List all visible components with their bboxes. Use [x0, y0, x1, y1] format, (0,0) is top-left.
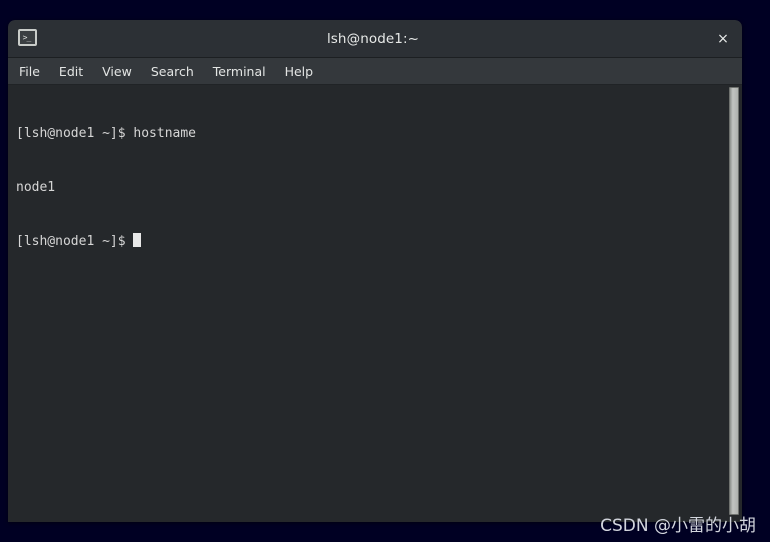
terminal-prompt-glyph: >_ [22, 32, 32, 42]
menu-item-view[interactable]: View [102, 64, 132, 79]
window-title-bar[interactable]: >_ lsh@node1:~ × [8, 20, 742, 58]
terminal-scrollbar-track[interactable] [724, 85, 742, 522]
desktop-background: >_ lsh@node1:~ × File Edit View Search T… [0, 0, 770, 542]
menu-item-help[interactable]: Help [285, 64, 314, 79]
watermark: CSDN @小雷的小胡 [600, 516, 756, 536]
menu-item-terminal[interactable]: Terminal [213, 64, 266, 79]
terminal-window-icon: >_ [18, 29, 37, 46]
menu-item-file[interactable]: File [19, 64, 40, 79]
terminal-line-command: [lsh@node1 ~]$ hostname [16, 126, 197, 141]
terminal-output-area[interactable]: [lsh@node1 ~]$ hostname node1 [lsh@node1… [8, 85, 742, 522]
menu-bar: File Edit View Search Terminal Help [8, 58, 742, 85]
terminal-prompt: [lsh@node1 ~]$ [16, 234, 134, 249]
menu-item-search[interactable]: Search [151, 64, 194, 79]
terminal-scrollbar-thumb[interactable] [729, 87, 739, 515]
terminal-line-output: node1 [16, 180, 56, 195]
terminal-cursor [133, 233, 142, 247]
terminal-line-prompt: [lsh@node1 ~]$ [16, 233, 714, 251]
window-title: lsh@node1:~ [326, 30, 420, 47]
close-icon[interactable]: × [714, 30, 732, 48]
menu-item-edit[interactable]: Edit [59, 64, 83, 79]
terminal-text[interactable]: [lsh@node1 ~]$ hostname node1 [lsh@node1… [16, 89, 714, 287]
terminal-window: >_ lsh@node1:~ × File Edit View Search T… [8, 20, 742, 522]
